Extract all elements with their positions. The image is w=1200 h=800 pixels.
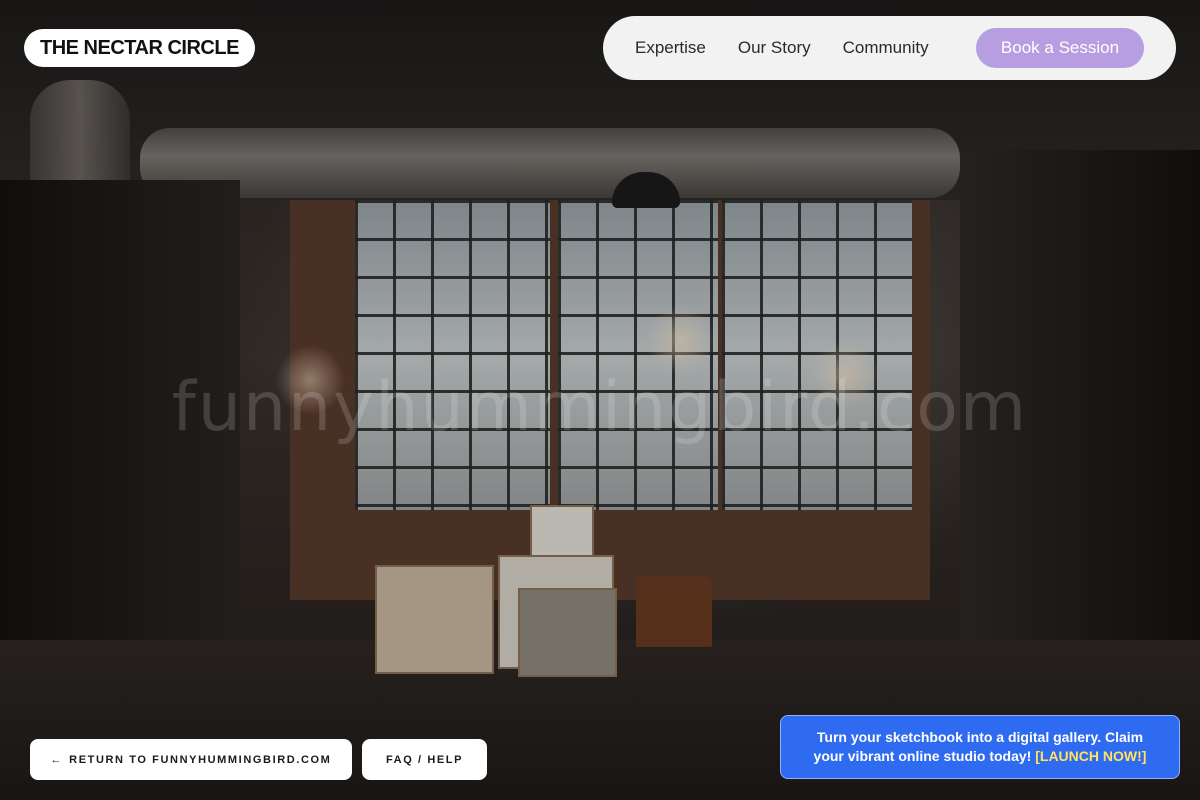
page: funnyhummingbird.com THE NECTAR CIRCLE E… xyxy=(0,0,1200,800)
promo-banner[interactable]: Turn your sketchbook into a digital gall… xyxy=(780,715,1180,779)
nav-link-our-story[interactable]: Our Story xyxy=(738,38,811,58)
return-home-label: RETURN TO FUNNYHUMMINGBIRD.COM xyxy=(69,753,332,766)
promo-content: Turn your sketchbook into a digital gall… xyxy=(803,728,1157,766)
faq-help-button[interactable]: FAQ / HELP xyxy=(362,739,487,780)
book-session-button[interactable]: Book a Session xyxy=(976,28,1144,68)
brand-logo[interactable]: THE NECTAR CIRCLE xyxy=(24,29,255,67)
watermark: funnyhummingbird.com xyxy=(171,368,1029,447)
nav-link-expertise[interactable]: Expertise xyxy=(635,38,706,58)
nav-link-community[interactable]: Community xyxy=(843,38,929,58)
arrow-left-icon: ← xyxy=(50,753,64,766)
main-nav: Expertise Our Story Community Book a Ses… xyxy=(603,16,1176,80)
return-home-button[interactable]: ← RETURN TO FUNNYHUMMINGBIRD.COM xyxy=(30,739,352,780)
promo-launch-link[interactable]: [LAUNCH NOW!] xyxy=(1035,748,1146,764)
